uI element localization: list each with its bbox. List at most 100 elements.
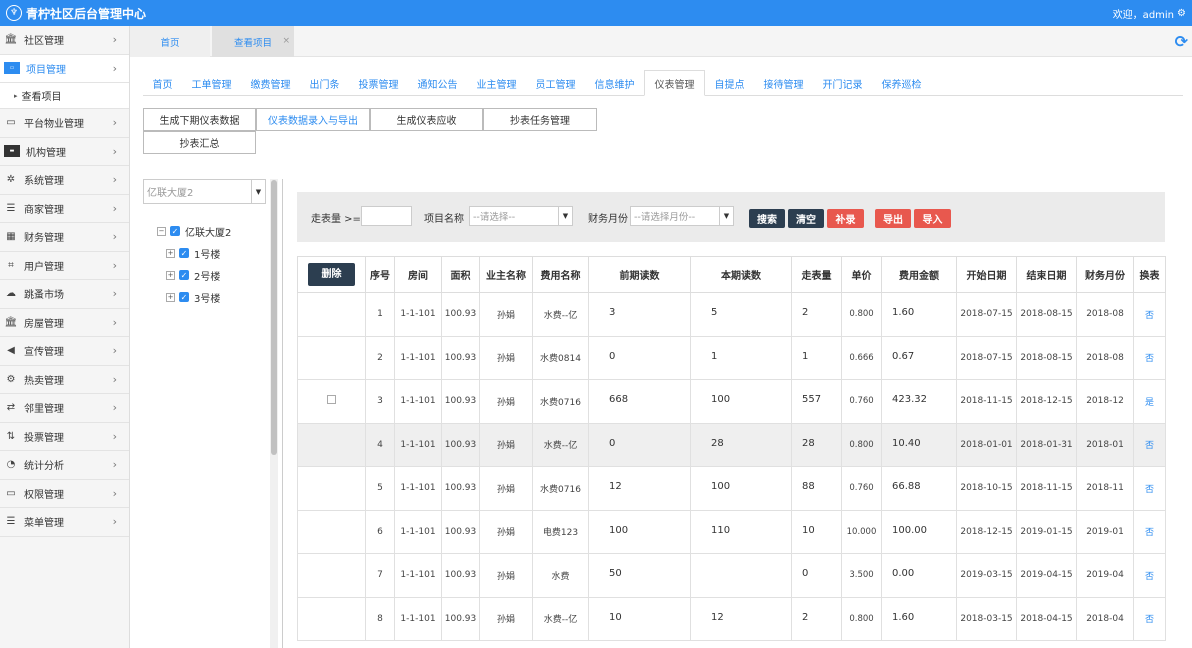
table-row[interactable]: 5 1-1-101 100.93 孙娟 水费0716 12 100 88 0.760 66.88 2… (297, 466, 1166, 511)
table-cell: 0.760 (841, 466, 882, 511)
import-button[interactable]: 导入 (914, 209, 951, 228)
table-cell: 2018-04-15 (1016, 596, 1077, 641)
tree-scrollbar-thumb[interactable] (271, 180, 277, 455)
tree-root[interactable]: − ✓ 亿联大厦2 (157, 220, 231, 242)
table-row[interactable]: 1 1-1-101 100.93 孙娟 水费--亿 3 5 2 0.800 1.60 2018-07… (297, 292, 1166, 337)
table-cell: 2018-01 (1076, 422, 1134, 467)
close-icon[interactable]: × (282, 36, 290, 46)
tree-node[interactable]: + ✓ 1号楼 (157, 242, 231, 264)
table-cell[interactable]: 是 (1133, 379, 1166, 424)
column-header: 面积 (441, 256, 480, 293)
sidebar-item[interactable]: ☁ 跳蚤市场 › (0, 280, 129, 309)
sidebar-item[interactable]: ▭ 权限管理 › (0, 480, 129, 508)
checkbox-checked[interactable]: ✓ (179, 292, 189, 302)
project-name-select[interactable]: --请选择-- ▼ (469, 206, 573, 226)
module-tab[interactable]: 员工管理 (526, 70, 585, 96)
table-cell[interactable]: 否 (1133, 466, 1166, 511)
finance-month-select[interactable]: --请选择月份-- ▼ (630, 206, 734, 226)
meter-entry-export-button[interactable]: 仪表数据录入与导出 (256, 108, 370, 131)
module-tab[interactable]: 业主管理 (467, 70, 526, 96)
sidebar-item[interactable]: ▭ 项目管理 › (0, 54, 129, 83)
tree-node[interactable]: + ✓ 3号楼 (157, 286, 231, 308)
refresh-icon[interactable]: ⟳ (1175, 32, 1188, 51)
clear-button[interactable]: 清空 (788, 209, 824, 228)
sidebar-item[interactable]: ☰ 菜单管理 › (0, 508, 129, 537)
checkbox-checked[interactable]: ✓ (179, 248, 189, 258)
supplement-button[interactable]: 补录 (827, 209, 864, 228)
table-row[interactable]: 8 1-1-101 100.93 孙娟 水费--亿 10 12 2 0.800 1.60 2018-… (297, 596, 1166, 641)
reading-task-button[interactable]: 抄表任务管理 (483, 108, 597, 131)
module-tab[interactable]: 仪表管理 (644, 70, 705, 96)
checkbox-checked[interactable]: ✓ (170, 226, 180, 236)
brand[interactable]: ♆ 青柠社区后台管理中心 (6, 5, 146, 22)
collapse-icon[interactable]: − (157, 226, 166, 236)
sidebar-item[interactable]: ◀ 宣传管理 › (0, 337, 129, 366)
table-cell[interactable]: 否 (1133, 292, 1166, 337)
module-tab[interactable]: 信息维护 (585, 70, 644, 96)
module-tab[interactable]: 保养巡检 (872, 70, 931, 96)
chevron-down-icon: ▼ (251, 180, 265, 203)
table-row[interactable]: 2 1-1-101 100.93 孙娟 水费0814 0 1 1 0.666 0.67 2018-0… (297, 335, 1166, 380)
sidebar-subitem[interactable]: ▸ 查看项目 (0, 83, 129, 109)
module-tab[interactable]: 通知公告 (408, 70, 467, 96)
sidebar-item[interactable]: ◔ 统计分析 › (0, 451, 129, 480)
search-button[interactable]: 搜索 (749, 209, 785, 228)
table-row[interactable]: 3 1-1-101 100.93 孙娟 水费0716 668 100 557 0.760 423.… (297, 379, 1166, 424)
table-cell: 水费--亿 (532, 292, 589, 337)
table-cell[interactable]: 否 (1133, 553, 1166, 598)
row-checkbox[interactable] (327, 395, 336, 405)
module-tab[interactable]: 缴费管理 (241, 70, 300, 96)
sidebar-item[interactable]: ☰ 商家管理 › (0, 195, 129, 223)
checkbox-checked[interactable]: ✓ (179, 270, 189, 280)
sidebar-item[interactable]: ▬ 机构管理 › (0, 138, 129, 166)
building-select[interactable]: 亿联大厦2 ▼ (143, 179, 266, 204)
sidebar-item[interactable]: ⇄ 邻里管理 › (0, 394, 129, 423)
sidebar-subitem-label: 查看项目 (21, 92, 62, 103)
export-button[interactable]: 导出 (875, 209, 911, 228)
table-cell[interactable]: 否 (1133, 596, 1166, 641)
module-tab[interactable]: 开门记录 (813, 70, 872, 96)
table-row[interactable]: 7 1-1-101 100.93 孙娟 水费 50 0 3.500 0.00 2019-03-15… (297, 553, 1166, 598)
expand-icon[interactable]: + (166, 270, 175, 280)
sidebar-item[interactable]: ✲ 系统管理 › (0, 166, 129, 195)
walk-amount-input[interactable] (361, 206, 412, 226)
sidebar-item[interactable]: ⚙ 热卖管理 › (0, 366, 129, 394)
sidebar-item[interactable]: ▭ 平台物业管理 › (0, 109, 129, 138)
module-tab[interactable]: 首页 (143, 70, 182, 96)
table-cell: 2018-08-15 (1016, 335, 1077, 380)
sidebar-item[interactable]: ⌗ 用户管理 › (0, 252, 129, 280)
gear-icon[interactable]: ⚙ (1177, 8, 1186, 19)
generate-next-period-button[interactable]: 生成下期仪表数据 (143, 108, 256, 131)
table-row[interactable]: 6 1-1-101 100.93 孙娟 电费123 100 110 10 10.000 100.0… (297, 509, 1166, 554)
sidebar-item-label: 菜单管理 (24, 518, 64, 530)
sidebar-item[interactable]: ⇅ 投票管理 › (0, 423, 129, 451)
table-cell[interactable]: 否 (1133, 335, 1166, 380)
module-tab[interactable]: 工单管理 (182, 70, 241, 96)
page-tab-home[interactable]: 首页 (130, 26, 210, 57)
sidebar-item[interactable]: ▦ 财务管理 › (0, 223, 129, 252)
expand-icon[interactable]: + (166, 248, 175, 258)
module-tab[interactable]: 自提点 (705, 70, 754, 96)
reading-summary-button[interactable]: 抄表汇总 (143, 131, 256, 154)
tree-node-label: 2号楼 (194, 271, 221, 283)
column-header: 房间 (394, 256, 442, 293)
tree-node[interactable]: + ✓ 2号楼 (157, 264, 231, 286)
tree-node-label: 1号楼 (194, 249, 221, 261)
table-cell: 2018-01-31 (1016, 422, 1077, 467)
table-cell: 100.93 (441, 379, 480, 424)
module-tab[interactable]: 接待管理 (754, 70, 813, 96)
module-tab[interactable]: 出门条 (300, 70, 349, 96)
expand-icon[interactable]: + (166, 292, 175, 302)
delete-button[interactable]: 删除 (308, 263, 355, 286)
table-cell[interactable]: 否 (1133, 509, 1166, 554)
generate-receivable-button[interactable]: 生成仪表应收 (370, 108, 483, 131)
module-tab[interactable]: 投票管理 (349, 70, 408, 96)
sidebar-item[interactable]: 🏛 房屋管理 › (0, 309, 129, 337)
table-cell[interactable]: 否 (1133, 422, 1166, 467)
sidebar-item[interactable]: 🏛 社区管理 › (0, 26, 129, 55)
page-tab-current[interactable]: 查看项目 × (212, 26, 294, 57)
sidebar-item-label: 统计分析 (24, 461, 64, 473)
table-row[interactable]: 4 1-1-101 100.93 孙娟 水费--亿 0 28 28 0.800 10.40 2018… (297, 422, 1166, 467)
gear-icon: ⚙ (6, 373, 16, 385)
user-menu[interactable]: 欢迎，admin ⚙ (1113, 6, 1186, 21)
